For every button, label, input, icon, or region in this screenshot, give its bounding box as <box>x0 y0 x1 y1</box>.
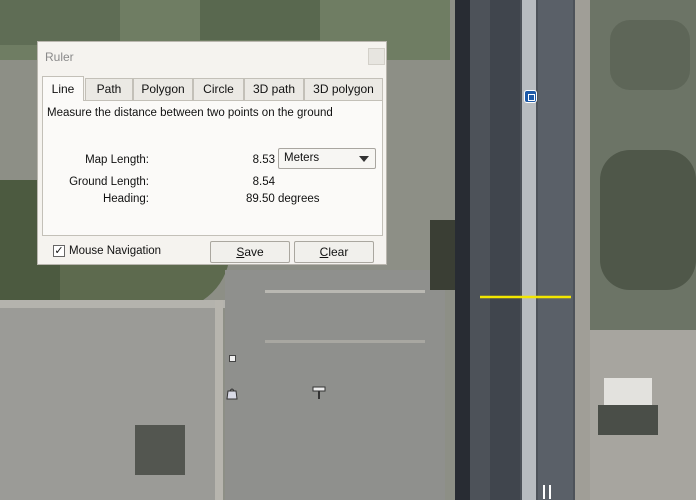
mouse-navigation-label[interactable]: Mouse Navigation <box>69 245 161 257</box>
chevron-down-icon <box>359 156 369 162</box>
mouse-navigation-accel: Mouse Navigation <box>69 245 162 257</box>
clear-label-rest: lear <box>328 245 349 259</box>
units-selected: Meters <box>284 152 320 164</box>
heading-label: Heading: <box>102 193 149 205</box>
tab-circle[interactable]: Circle <box>193 78 244 100</box>
heading-value: 89.50 degrees <box>246 193 320 205</box>
save-button[interactable]: Save <box>210 241 290 263</box>
mouse-navigation-checkbox[interactable]: ✓ <box>53 245 65 257</box>
check-mark-icon: ✓ <box>54 245 64 257</box>
close-button[interactable] <box>368 48 385 65</box>
tab-3d-path[interactable]: 3D path <box>244 78 304 100</box>
clear-button[interactable]: Clear <box>294 241 374 263</box>
tab-line[interactable]: Line <box>42 76 84 101</box>
title-bar[interactable]: Ruler <box>38 42 386 72</box>
bus-stop-icon[interactable] <box>524 90 537 103</box>
square-marker-icon[interactable] <box>229 355 236 362</box>
tab-polygon[interactable]: Polygon <box>133 78 193 100</box>
ground-length-label: Ground Length: <box>69 176 149 188</box>
map-length-label: Map Length: <box>85 154 149 166</box>
map-length-value: 8.53 <box>252 154 275 166</box>
save-label-rest: ave <box>244 245 264 259</box>
ruler-dialog: Ruler Line Path Polygon Circle 3D path 3… <box>37 41 387 265</box>
tab-3d-polygon[interactable]: 3D polygon <box>304 78 383 100</box>
tab-path[interactable]: Path <box>85 78 133 100</box>
ground-length-value: 8.54 <box>252 176 275 188</box>
units-dropdown[interactable]: Meters <box>278 148 376 169</box>
shopping-bag-icon[interactable] <box>225 387 239 400</box>
restaurant-icon[interactable] <box>541 485 553 499</box>
hair-salon-icon[interactable] <box>312 386 326 400</box>
dialog-title: Ruler <box>45 50 74 64</box>
description-text: Measure the distance between two points … <box>47 107 333 119</box>
